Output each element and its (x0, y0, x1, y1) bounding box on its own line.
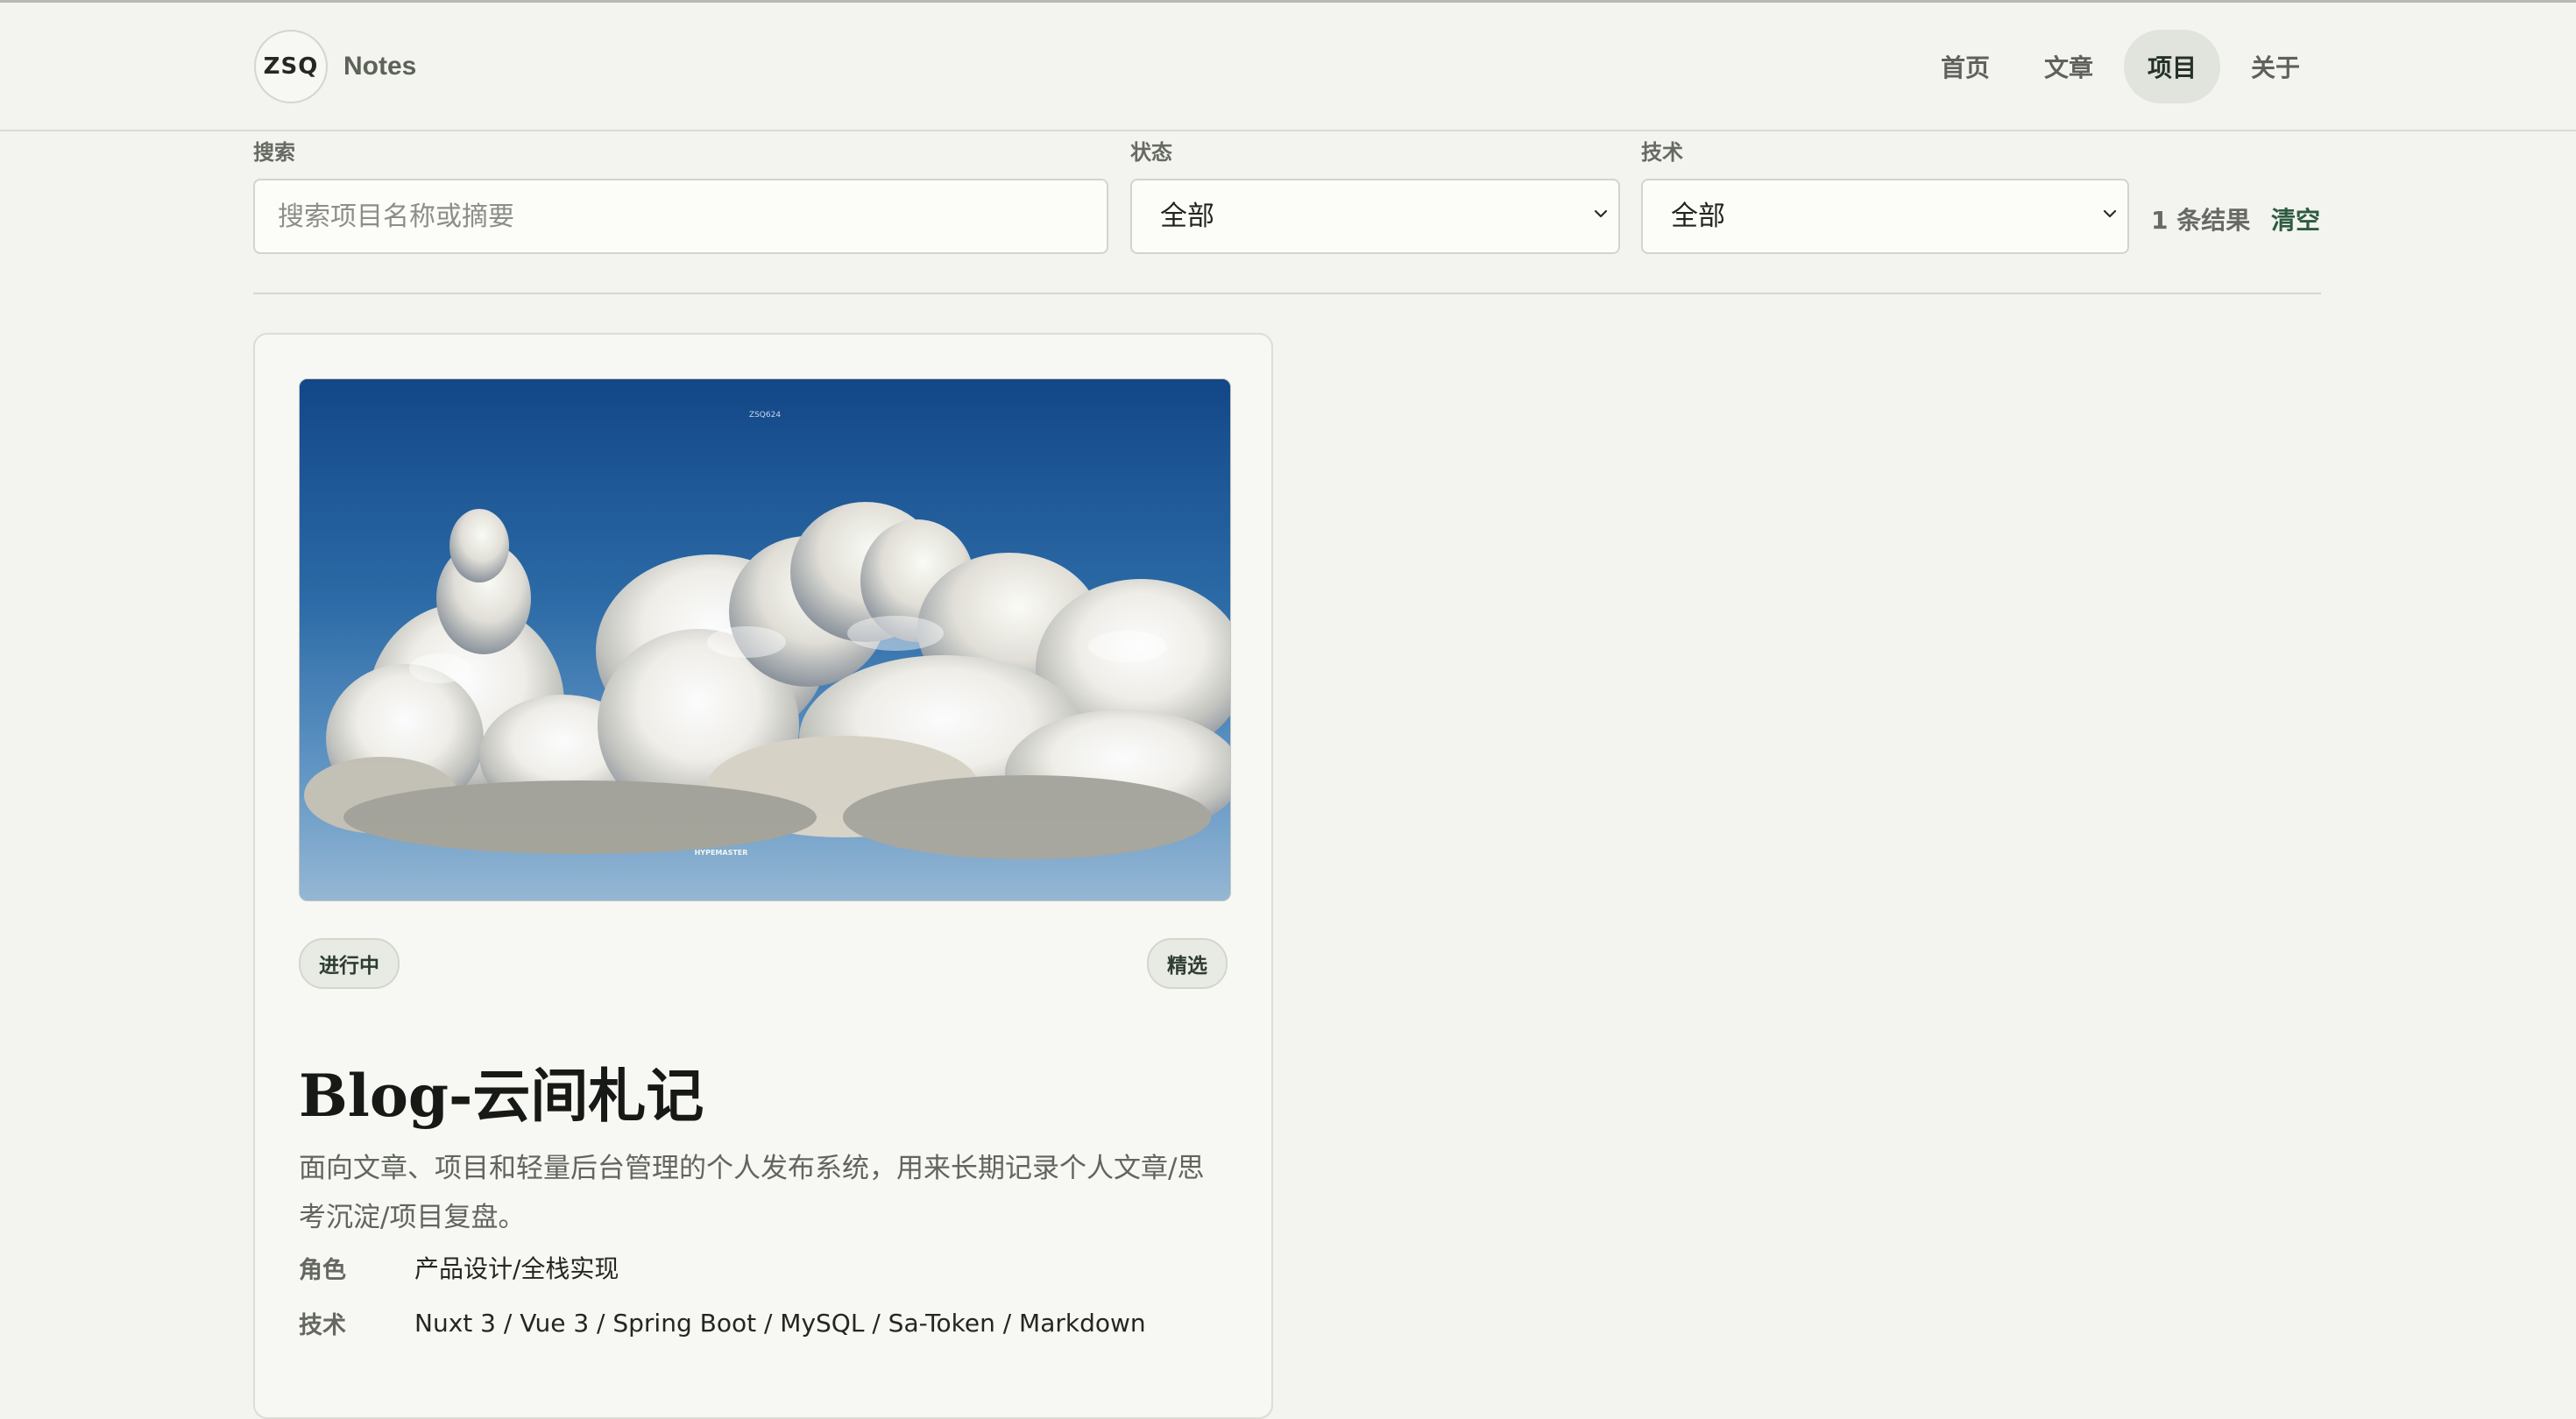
search-label: 搜索 (253, 140, 295, 165)
tech-value: Nuxt 3 / Vue 3 / Spring Boot / MySQL / S… (414, 1308, 1146, 1338)
tech-label: 技术 (1641, 140, 1683, 165)
tech-select[interactable]: 全部 (1641, 179, 2129, 254)
project-card[interactable]: ZSQ624 HYPEMASTER 进行中 精选 Blog-云间札记 面向文章、… (253, 333, 1273, 1419)
role-value: 产品设计/全栈实现 (414, 1254, 619, 1283)
status-selected-value: 全部 (1160, 201, 1214, 232)
project-title[interactable]: Blog-云间札记 (299, 1062, 704, 1130)
nav-articles[interactable]: 文章 (2020, 30, 2117, 103)
nav-home[interactable]: 首页 (1917, 30, 2013, 103)
image-bottom-text: HYPEMASTER (695, 849, 748, 857)
nav-projects[interactable]: 项目 (2124, 30, 2220, 103)
project-role-row: 角色 产品设计/全栈实现 (299, 1250, 1229, 1285)
project-summary: 面向文章、项目和轻量后台管理的个人发布系统，用来长期记录个人文章/思考沉淀/项目… (299, 1153, 1205, 1233)
site-name: Notes (343, 52, 417, 81)
status-badge: 进行中 (299, 938, 400, 989)
search-input[interactable] (255, 180, 1107, 252)
featured-badge: 精选 (1147, 938, 1228, 989)
project-tech-row: 技术 Nuxt 3 / Vue 3 / Spring Boot / MySQL … (299, 1305, 1229, 1340)
status-label: 状态 (1130, 140, 1172, 165)
image-top-text: ZSQ624 (749, 411, 781, 420)
project-filters: 搜索 状态 全部 技术 全部 1 条结果 清空 (253, 131, 2321, 293)
site-logo: ZSQ (254, 30, 328, 103)
result-count: 1 条结果 (2151, 206, 2251, 235)
search-field (253, 179, 1108, 254)
tech-selected-value: 全部 (1671, 201, 1725, 232)
clear-filters-button[interactable]: 清空 (2271, 201, 2320, 236)
tech-label: 技术 (299, 1311, 346, 1339)
status-select[interactable]: 全部 (1130, 179, 1620, 254)
project-cover-image: ZSQ624 HYPEMASTER (299, 378, 1231, 901)
main-navigation: 首页 文章 项目 关于 (1917, 30, 2324, 103)
nav-about[interactable]: 关于 (2227, 30, 2324, 103)
section-divider (253, 293, 2321, 294)
site-header: ZSQ Notes 首页 文章 项目 关于 (0, 3, 2576, 131)
chevron-down-icon (1594, 209, 1608, 218)
role-label: 角色 (299, 1256, 346, 1284)
brand-link[interactable]: ZSQ Notes (254, 29, 416, 104)
chevron-down-icon (2103, 209, 2117, 218)
